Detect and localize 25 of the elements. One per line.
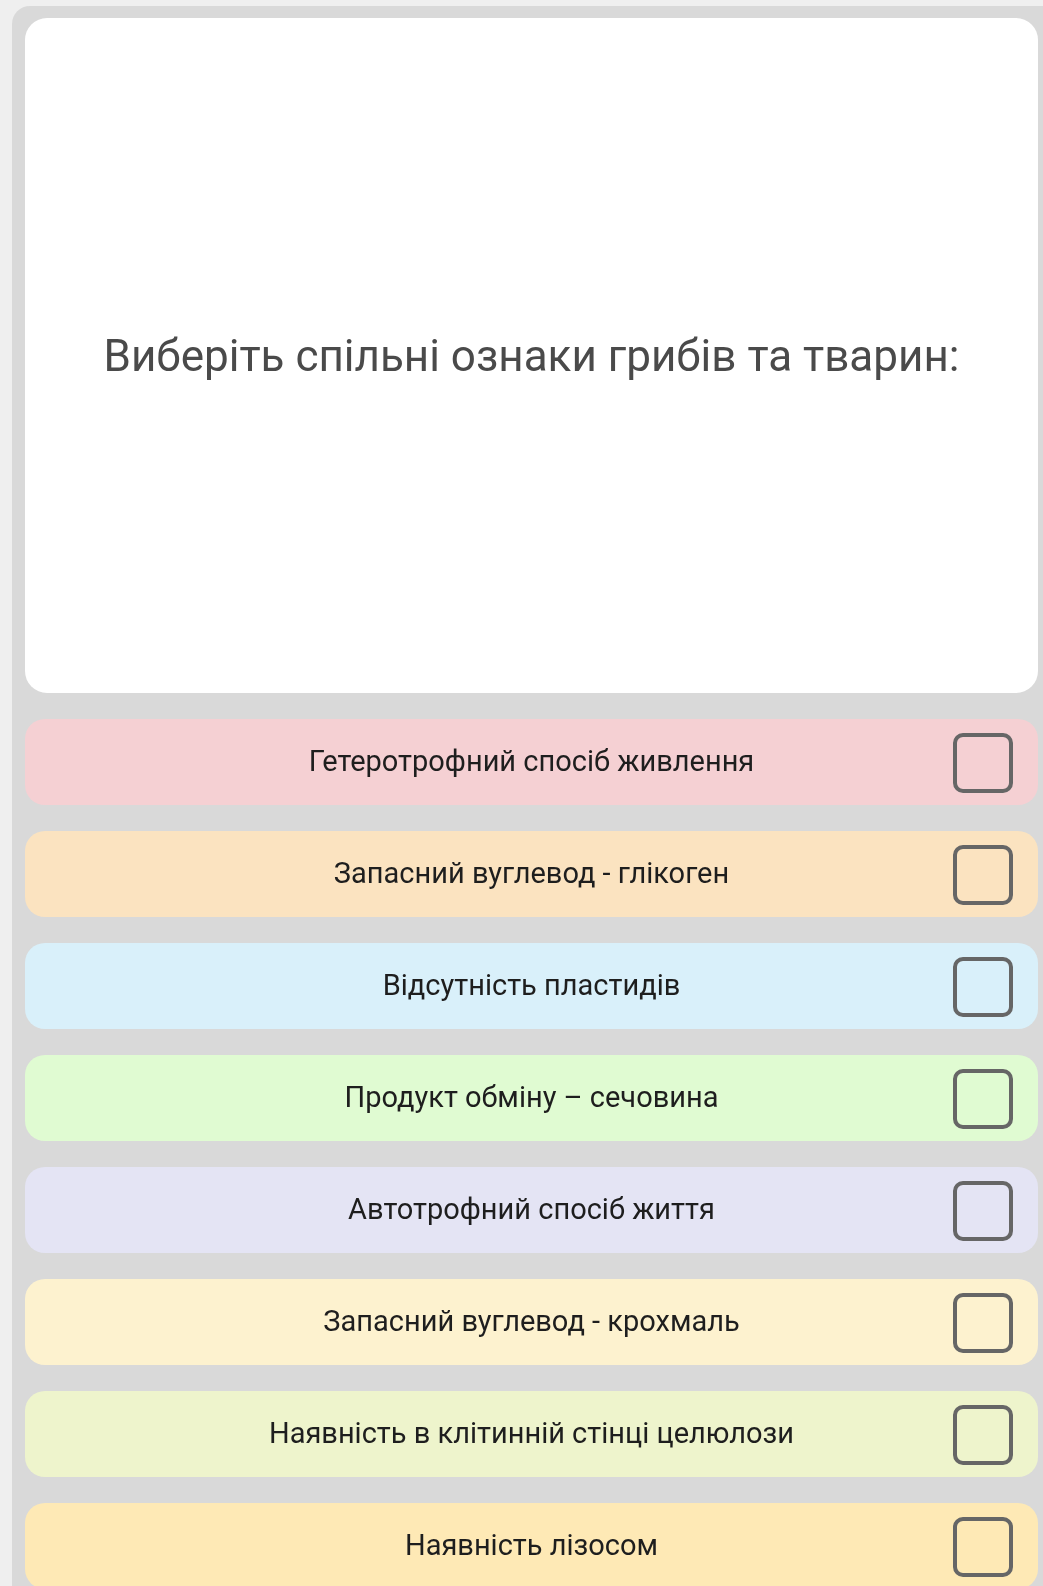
answer-option[interactable]: Наявність в клітинній стінці целюлози [25, 1391, 1038, 1477]
checkbox[interactable] [953, 1405, 1013, 1465]
option-label: Запасний вуглевод - крохмаль [323, 1303, 740, 1341]
answer-option[interactable]: Гетеротрофний спосіб живлення [25, 719, 1038, 805]
checkbox[interactable] [953, 1517, 1013, 1577]
option-label: Автотрофний спосіб життя [348, 1191, 715, 1229]
question-text: Виберіть спільні ознаки грибів та тварин: [103, 328, 960, 384]
checkbox[interactable] [953, 1293, 1013, 1353]
option-label: Наявність в клітинній стінці целюлози [268, 1415, 795, 1453]
checkbox[interactable] [953, 1069, 1013, 1129]
option-label: Наявність лізосом [404, 1527, 659, 1565]
answer-option[interactable]: Наявність лізосом [25, 1503, 1038, 1586]
option-label: Відсутність пластидів [382, 967, 681, 1005]
answer-option[interactable]: Запасний вуглевод - глікоген [25, 831, 1038, 917]
answer-option[interactable]: Автотрофний спосіб життя [25, 1167, 1038, 1253]
option-label: Гетеротрофний спосіб живлення [308, 743, 755, 781]
checkbox[interactable] [953, 845, 1013, 905]
checkbox[interactable] [953, 1181, 1013, 1241]
option-label: Запасний вуглевод - глікоген [333, 855, 730, 893]
answer-option[interactable]: Відсутність пластидів [25, 943, 1038, 1029]
answer-option[interactable]: Продукт обміну – сечовина [25, 1055, 1038, 1141]
answer-option[interactable]: Запасний вуглевод - крохмаль [25, 1279, 1038, 1365]
checkbox[interactable] [953, 957, 1013, 1017]
checkbox[interactable] [953, 733, 1013, 793]
option-label: Продукт обміну – сечовина [344, 1079, 719, 1117]
